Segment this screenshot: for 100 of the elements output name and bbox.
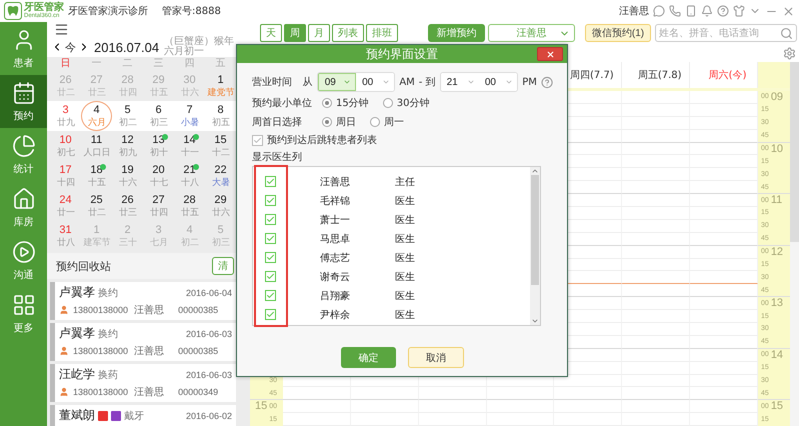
search-icon[interactable] <box>780 26 793 40</box>
schedule-cell[interactable] <box>622 400 690 414</box>
checkbox[interactable] <box>265 233 276 244</box>
calendar-day[interactable]: 27 廿四 <box>143 191 174 221</box>
scrollbar-thumb[interactable] <box>531 175 539 285</box>
calendar-day[interactable]: 4 六月 <box>81 101 112 131</box>
schedule-cell[interactable] <box>622 336 690 349</box>
calendar-day[interactable]: 7 小暑 <box>174 101 205 131</box>
radio-button[interactable] <box>322 116 332 126</box>
appointment-card[interactable]: 董斌朗 戴牙 2016-06-02 <box>50 405 236 426</box>
schedule-cell[interactable] <box>622 181 690 194</box>
schedule-cell[interactable] <box>622 130 690 143</box>
calendar-day[interactable]: 29 廿六 <box>205 191 236 221</box>
doctor-name: 谢奇云 <box>320 270 351 284</box>
scrollbar-thumb[interactable] <box>790 62 799 242</box>
checkbox[interactable] <box>265 214 276 225</box>
sidebar-item[interactable]: 更多 <box>0 287 47 340</box>
schedule-cell[interactable] <box>283 413 351 426</box>
scroll-up-icon[interactable] <box>531 167 539 175</box>
sidebar-item[interactable]: 沟通 <box>0 234 47 287</box>
schedule-cell[interactable] <box>622 348 690 362</box>
calendar-day[interactable]: 21 十八 <box>174 161 205 191</box>
schedule-cell[interactable] <box>622 91 690 104</box>
radio-button[interactable] <box>382 98 393 108</box>
calendar-day[interactable]: 6 初三 <box>143 101 174 131</box>
doctor-name: 萧士一 <box>320 214 351 226</box>
schedule-cell[interactable] <box>622 284 690 298</box>
close-button[interactable] <box>537 47 563 61</box>
calendar-day[interactable]: 25 廿二 <box>81 191 112 221</box>
schedule-cell[interactable] <box>486 387 554 400</box>
today-button[interactable]: 今 <box>65 40 76 54</box>
calendar-day[interactable]: 5 初二 <box>112 101 143 131</box>
play-icon <box>12 240 36 264</box>
checkbox[interactable] <box>265 290 276 301</box>
schedule-cell[interactable] <box>418 400 487 414</box>
schedule-cell[interactable] <box>283 387 351 400</box>
calendar-day[interactable]: 15 十二 <box>205 131 236 161</box>
menu-icon[interactable] <box>54 22 69 37</box>
calendar-day[interactable]: 12 初九 <box>112 131 143 161</box>
weekday-label: 四 <box>184 57 196 71</box>
bell-icon[interactable] <box>701 5 713 17</box>
calendar-day[interactable]: 28 廿五 <box>174 191 205 221</box>
appointment-card[interactable]: 卢翼孝 换约 2016-06-04 13800138000 汪善思 00000385 <box>50 282 236 320</box>
calendar-day[interactable]: 20 十七 <box>143 161 174 191</box>
calendar-week-row[interactable]: 24 廿一 25 廿二 26 廿三 27 廿四 28 廿五 29 廿六 <box>47 191 250 221</box>
sidebar-item[interactable]: 库房 <box>0 181 47 234</box>
doctor-title: 医生 <box>395 232 416 246</box>
close-icon[interactable] <box>782 4 795 18</box>
mobile-icon[interactable] <box>685 5 697 17</box>
schedule-cell[interactable] <box>622 271 690 284</box>
schedule-cell[interactable] <box>554 400 622 414</box>
schedule-cell[interactable] <box>622 387 690 400</box>
doctor-name: 傅志艺 <box>320 252 351 264</box>
appointment-card[interactable]: 汪屹学 换药 2016-06-03 13800138000 汪善思 00000349 <box>50 364 236 402</box>
settings-icon[interactable] <box>783 46 796 60</box>
checkbox-label: 预约到达后跳转患者列表 <box>267 134 377 147</box>
help-icon[interactable] <box>717 5 729 17</box>
schedule-cell[interactable] <box>554 387 622 400</box>
scroll-down-icon[interactable] <box>531 317 539 325</box>
doctor-title: 医生 <box>395 308 416 322</box>
calendar-day[interactable]: 22 大暑 <box>205 161 236 191</box>
user-name[interactable]: 汪善思 <box>619 4 649 18</box>
schedule-cell[interactable] <box>622 297 690 310</box>
calendar-day[interactable]: 11 人口日 <box>81 131 112 161</box>
record-number: 00000349 <box>178 387 218 397</box>
calendar-day[interactable]: 26 廿三 <box>112 191 143 221</box>
schedule-cell[interactable] <box>283 400 351 414</box>
checkbox[interactable] <box>265 252 276 263</box>
schedule-cell[interactable] <box>350 387 419 400</box>
schedule-cell[interactable] <box>622 246 690 259</box>
calendar-week-row[interactable]: 26 廿二 27 廿三 28 廿四 29 廿五 30 廿六 1 建党节 <box>47 71 250 101</box>
wechat-appointment-button[interactable]: 微信预约(1) <box>585 24 651 42</box>
scrollbar[interactable] <box>790 62 799 426</box>
checkbox[interactable] <box>265 309 276 320</box>
cancel-button[interactable]: 取消 <box>408 347 464 368</box>
phone-icon[interactable] <box>669 5 681 17</box>
schedule-cell[interactable] <box>622 142 690 156</box>
schedule-cell[interactable] <box>350 400 419 414</box>
radio-button[interactable] <box>370 116 380 126</box>
shirt-icon[interactable] <box>733 5 745 17</box>
calendar-day[interactable]: 19 十六 <box>112 161 143 191</box>
appointment-date: 2016-06-04 <box>186 288 232 298</box>
sidebar-item[interactable]: 统计 <box>0 128 47 181</box>
checkbox[interactable] <box>265 271 276 282</box>
schedule-cell[interactable] <box>418 387 487 400</box>
calendar-day[interactable]: 8 初五 <box>205 101 236 131</box>
schedule-cell[interactable] <box>622 194 690 208</box>
sidebar-item[interactable]: 患者 <box>0 22 47 75</box>
calendar-day[interactable]: 1 建党节 <box>205 71 236 101</box>
checkbox[interactable] <box>265 195 276 206</box>
sidebar-item[interactable]: 预约 <box>0 75 47 128</box>
chat-icon[interactable] <box>653 5 665 17</box>
help-icon[interactable] <box>540 76 553 88</box>
scrollbar[interactable] <box>530 167 540 325</box>
appointment-card[interactable]: 卢翼孝 换约 2016-06-03 13800138000 汪善思 00000385 <box>50 323 236 361</box>
schedule-cell[interactable] <box>622 232 690 246</box>
checkbox[interactable] <box>265 176 276 187</box>
calendar-day[interactable]: 3 廿九 <box>50 101 81 131</box>
radio-button[interactable] <box>322 98 332 108</box>
schedule-cell[interactable] <box>486 400 554 414</box>
